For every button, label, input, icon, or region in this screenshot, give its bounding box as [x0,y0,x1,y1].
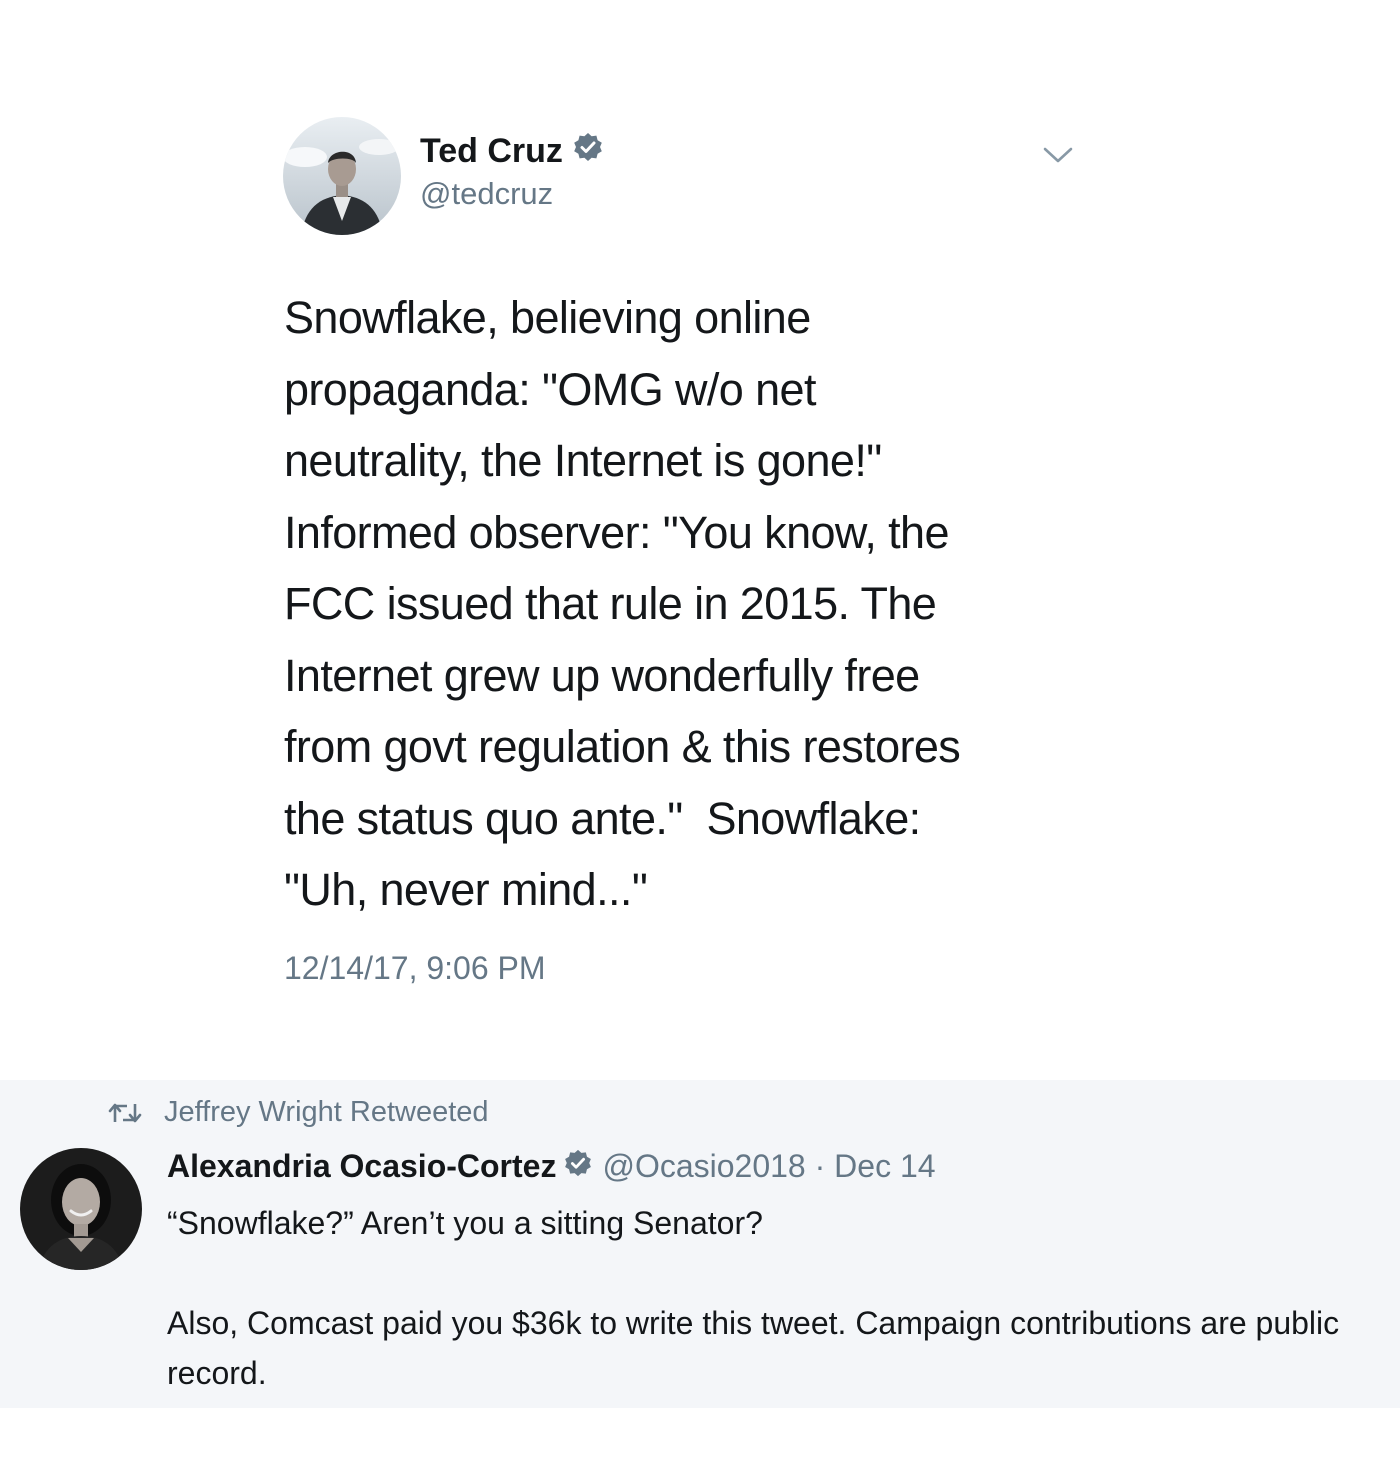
reply-author-name[interactable]: Alexandria Ocasio-Cortez [167,1148,556,1185]
retweeted-tweet[interactable]: Jeffrey Wright Retweeted Alexandria Ocas… [0,1080,1400,1408]
reply-author-row: Alexandria Ocasio-Cortez @Ocasio2018 · D… [167,1148,936,1185]
tweet-text: Snowflake, believing online propaganda: … [284,282,1044,926]
chevron-down-icon[interactable] [1042,142,1074,168]
tweet-text-line: the status quo ante." Snowflake: [284,792,921,844]
tweet-text-line: "Uh, never mind..." [284,864,648,915]
tweet-text-line: Snowflake, believing online [284,292,811,343]
tweet-text-line: from govt regulation & this restores [284,721,961,772]
tweet-text-line: Internet grew up wonderfully free [284,649,920,701]
tweet-text-line: Informed observer: "You know, the [284,506,950,558]
avatar[interactable] [20,1148,142,1270]
avatar-photo [20,1148,142,1270]
reply-tweet-text: “Snowflake?” Aren’t you a sitting Senato… [167,1198,1377,1398]
reply-handle-date[interactable]: @Ocasio2018 · Dec 14 [602,1148,935,1185]
tweet-timestamp[interactable]: 12/14/17, 9:06 PM [284,950,546,987]
avatar-photo [283,117,401,235]
author-name[interactable]: Ted Cruz [420,132,603,171]
main-tweet: Ted Cruz @tedcruz Snowflake, believing o… [0,0,1400,1080]
avatar[interactable] [283,117,401,235]
retweet-context[interactable]: Jeffrey Wright Retweeted [108,1096,489,1129]
author-name-text: Ted Cruz [420,132,563,170]
reply-text-paragraph: Also, Comcast paid you $36k to write thi… [167,1305,1340,1391]
retweeted-by-label: Jeffrey Wright Retweeted [164,1096,489,1128]
verified-badge-icon [564,1148,592,1185]
tweet-text-line: propaganda: "OMG w/o net [284,363,816,415]
tweet-text-line: neutrality, the Internet is gone!" [284,435,882,486]
author-handle[interactable]: @tedcruz [420,176,553,212]
tweet-text-line: FCC issued that rule in 2015. The [284,578,937,629]
reply-text-paragraph: “Snowflake?” Aren’t you a sitting Senato… [167,1205,763,1241]
retweet-icon [108,1100,142,1126]
verified-badge-icon [573,132,603,171]
